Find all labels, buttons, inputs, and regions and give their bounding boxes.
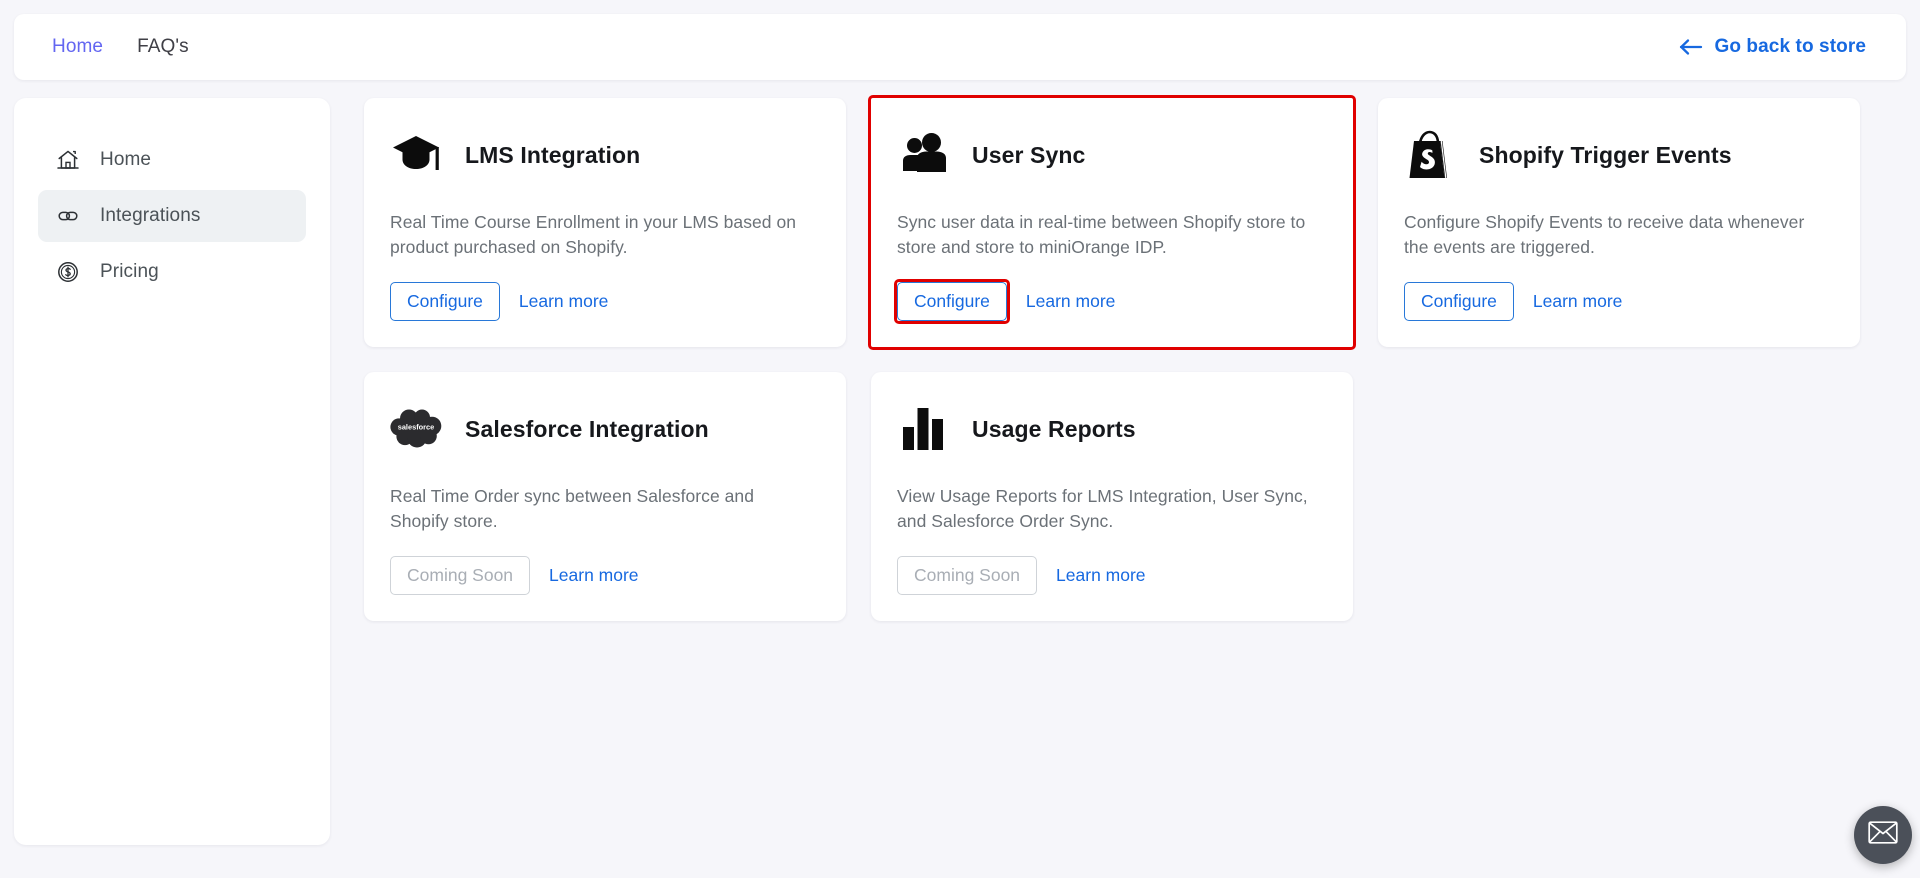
card-actions: Coming Soon Learn more — [390, 556, 820, 596]
svg-text:salesforce: salesforce — [398, 423, 435, 432]
contact-support-button[interactable] — [1854, 806, 1912, 864]
configure-button-wrapper: Configure — [1404, 282, 1514, 322]
card-lms-integration[interactable]: LMS Integration Real Time Course Enrollm… — [364, 98, 846, 348]
topnav-item-faqs[interactable]: FAQ's — [137, 36, 189, 58]
card-description: View Usage Reports for LMS Integration, … — [897, 486, 1308, 532]
card-salesforce-integration[interactable]: salesforce Salesforce Integration Real T… — [364, 372, 846, 622]
coming-soon-button-wrapper: Coming Soon — [897, 556, 1038, 596]
two-users-icon — [897, 129, 949, 181]
configure-button-wrapper: Configure — [390, 282, 500, 322]
card-title: Salesforce Integration — [465, 415, 709, 442]
link-chain-icon — [56, 204, 80, 228]
card-actions: Configure Learn more — [894, 278, 1327, 325]
card-header: LMS Integration — [390, 126, 820, 184]
card-title: User Sync — [972, 141, 1086, 168]
card-actions: Configure Learn more — [1404, 282, 1834, 322]
house-icon — [56, 148, 80, 172]
graduation-cap-icon — [390, 129, 442, 181]
card-header: Shopify Trigger Events — [1404, 126, 1834, 184]
card-header: salesforce Salesforce Integration — [390, 400, 820, 458]
sidebar-item-pricing[interactable]: Pricing — [38, 246, 306, 298]
card-description: Real Time Course Enrollment in your LMS … — [390, 212, 797, 257]
learn-more-link[interactable]: Learn more — [1048, 565, 1154, 586]
card-user-sync[interactable]: User Sync Sync user data in real-time be… — [868, 94, 1356, 351]
dollar-coin-icon — [56, 260, 80, 284]
top-navigation: Home FAQ's — [52, 36, 189, 58]
sidebar-item-integrations[interactable]: Integrations — [38, 190, 306, 242]
sidebar-item-home[interactable]: Home — [38, 134, 306, 186]
sidebar-item-label: Home — [100, 149, 152, 170]
configure-button[interactable]: Configure — [897, 282, 1007, 322]
go-back-to-store-link[interactable]: Go back to store — [1679, 36, 1866, 58]
sidebar-item-label: Pricing — [100, 261, 159, 282]
salesforce-cloud-icon: salesforce — [390, 403, 442, 455]
learn-more-link[interactable]: Learn more — [541, 565, 647, 586]
card-title: LMS Integration — [465, 141, 641, 168]
configure-button[interactable]: Configure — [1404, 282, 1514, 322]
card-actions: Coming Soon Learn more — [897, 556, 1327, 596]
card-title: Shopify Trigger Events — [1479, 141, 1732, 168]
card-description: Configure Shopify Events to receive data… — [1404, 212, 1805, 257]
card-actions: Configure Learn more — [390, 282, 820, 322]
card-shopify-trigger-events[interactable]: Shopify Trigger Events Configure Shopify… — [1378, 98, 1860, 348]
card-header: User Sync — [897, 126, 1327, 184]
coming-soon-button: Coming Soon — [897, 556, 1038, 596]
top-header-bar: Home FAQ's Go back to store — [14, 14, 1906, 80]
card-title: Usage Reports — [972, 415, 1136, 442]
bar-chart-icon — [897, 403, 949, 455]
learn-more-link[interactable]: Learn more — [1525, 291, 1631, 312]
sidebar-item-label: Integrations — [100, 205, 201, 226]
learn-more-link[interactable]: Learn more — [1018, 291, 1124, 312]
shopify-bag-icon — [1404, 129, 1456, 181]
integration-cards-grid: LMS Integration Real Time Course Enrollm… — [364, 94, 1906, 622]
envelope-icon — [1868, 821, 1898, 849]
sidebar: Home Integrations Pricing — [14, 98, 330, 845]
card-description: Real Time Order sync between Salesforce … — [390, 486, 754, 532]
card-usage-reports[interactable]: Usage Reports View Usage Reports for LMS… — [871, 372, 1353, 622]
learn-more-link[interactable]: Learn more — [511, 291, 617, 312]
coming-soon-button-wrapper: Coming Soon — [390, 556, 531, 596]
arrow-left-icon — [1679, 38, 1703, 56]
configure-button-wrapper: Configure — [894, 278, 1010, 325]
go-back-to-store-label: Go back to store — [1714, 36, 1866, 57]
topnav-item-home[interactable]: Home — [52, 36, 103, 58]
card-header: Usage Reports — [897, 400, 1327, 458]
coming-soon-button: Coming Soon — [390, 556, 531, 596]
configure-button[interactable]: Configure — [390, 282, 500, 322]
card-description: Sync user data in real-time between Shop… — [897, 212, 1306, 257]
